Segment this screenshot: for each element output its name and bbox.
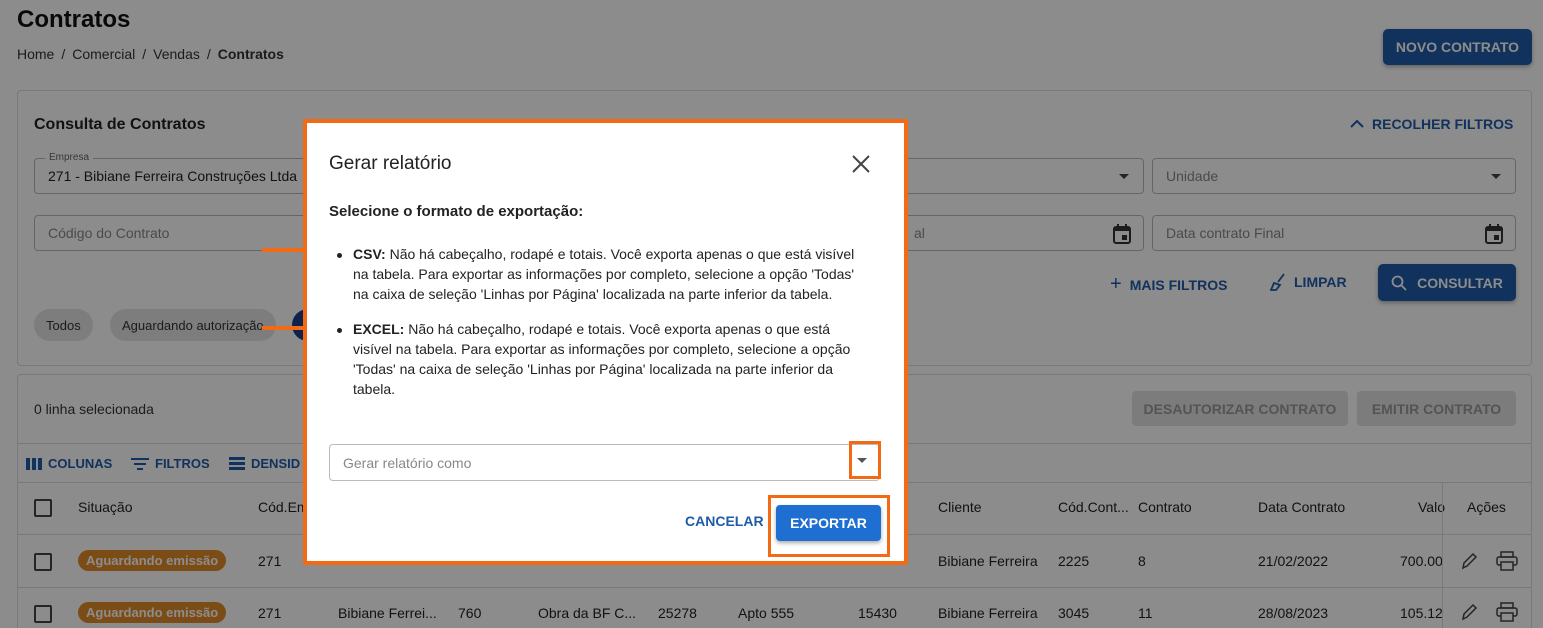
dialog-title: Gerar relatório (329, 153, 452, 174)
format-description: Não há cabeçalho, rodapé e totais. Você … (353, 246, 855, 302)
format-item-excel: EXCEL: Não há cabeçalho, rodapé e totais… (337, 319, 867, 399)
cancel-button[interactable]: CANCELAR (685, 513, 764, 529)
bullet-icon (337, 328, 342, 333)
report-format-placeholder: Gerar relatório como (343, 454, 472, 471)
format-label: EXCEL: (353, 321, 405, 337)
close-icon[interactable] (850, 153, 872, 175)
report-dialog: Gerar relatório Selecione o formato de e… (303, 119, 908, 565)
dropdown-arrow-icon[interactable] (857, 458, 867, 463)
format-description: Não há cabeçalho, rodapé e totais. Você … (353, 321, 851, 397)
format-label: CSV: (353, 246, 386, 262)
format-item-csv: CSV: Não há cabeçalho, rodapé e totais. … (337, 244, 867, 304)
dialog-subtitle: Selecione o formato de exportação: (329, 203, 584, 220)
bullet-icon (337, 253, 342, 258)
export-button[interactable]: EXPORTAR (776, 505, 881, 541)
report-format-select[interactable]: Gerar relatório como (329, 444, 880, 481)
